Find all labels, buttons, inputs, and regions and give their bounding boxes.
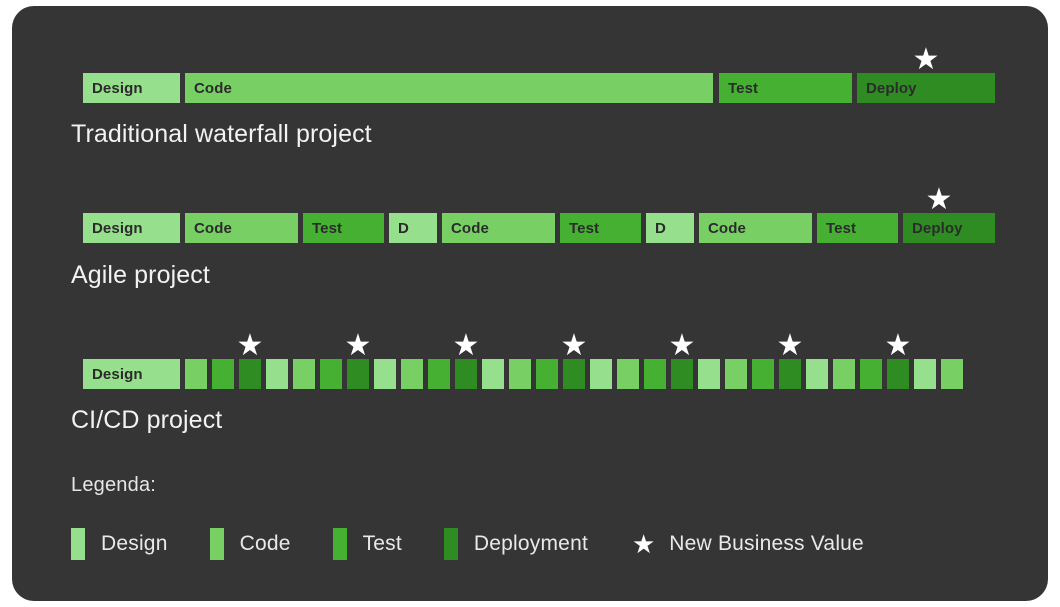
segment-label: Code xyxy=(708,219,746,237)
segment-label: D xyxy=(655,219,666,237)
segment-label: Code xyxy=(194,219,232,237)
agile-segment-test: Test xyxy=(560,213,641,243)
legend-item-deployment: Deployment xyxy=(443,528,588,560)
legend-swatch-design xyxy=(71,528,85,560)
cicd-block-design xyxy=(374,359,396,389)
cicd-block-deployment xyxy=(671,359,693,389)
agile-segment-code: Code xyxy=(699,213,812,243)
cicd-block-design xyxy=(266,359,288,389)
cicd-block-code xyxy=(617,359,639,389)
segment-label: Test xyxy=(312,219,343,237)
waterfall-new-business-value-star-icon: ★ xyxy=(912,43,940,76)
cicd-new-business-value-star-icon: ★ xyxy=(560,329,588,362)
agile-bar-track: Design Code Test D Code Test D Code Test Deploy xyxy=(71,213,995,243)
legend-label-new-business-value: New Business Value xyxy=(669,532,864,555)
row-title-waterfall: Traditional waterfall project xyxy=(71,120,372,148)
agile-segment-code: Code xyxy=(185,213,298,243)
cicd-block-design xyxy=(914,359,936,389)
cicd-block-test xyxy=(536,359,558,389)
waterfall-segment-deploy: Deploy xyxy=(857,73,995,103)
agile-segment-design: Design xyxy=(83,213,180,243)
cicd-new-business-value-star-icon: ★ xyxy=(236,329,264,362)
segment-label: Test xyxy=(728,79,759,97)
waterfall-bar-track: Design Code Test Deploy xyxy=(71,73,995,103)
segment-label: Test xyxy=(569,219,600,237)
diagram-canvas: Design Code Test Deploy ★ Traditional water… xyxy=(0,0,1060,607)
legend-label-code: Code xyxy=(239,532,291,555)
row-title-cicd: CI/CD project xyxy=(71,406,223,434)
cicd-block-test xyxy=(428,359,450,389)
segment-label: D xyxy=(398,219,409,237)
cicd-segment-design: Design xyxy=(83,359,180,389)
waterfall-segment-design: Design xyxy=(83,73,180,103)
cicd-block-design xyxy=(806,359,828,389)
segment-label: Deploy xyxy=(912,219,963,237)
agile-segment-deploy: Deploy xyxy=(903,213,995,243)
legend-label-design: Design xyxy=(101,532,168,555)
legend-swatch-test xyxy=(332,528,347,560)
cicd-block-test xyxy=(320,359,342,389)
cicd-block-code xyxy=(509,359,531,389)
row-title-agile: Agile project xyxy=(71,261,210,289)
cicd-block-deployment xyxy=(887,359,909,389)
segment-label: Code xyxy=(194,79,232,97)
cicd-block-code xyxy=(401,359,423,389)
legend-label-test: Test xyxy=(362,532,402,555)
cicd-block-deployment xyxy=(455,359,477,389)
cicd-block-deployment xyxy=(563,359,585,389)
cicd-block-test xyxy=(212,359,234,389)
segment-label: Design xyxy=(92,79,143,97)
cicd-block-test xyxy=(752,359,774,389)
cicd-new-business-value-star-icon: ★ xyxy=(668,329,696,362)
cicd-block-code xyxy=(185,359,207,389)
cicd-block-deployment xyxy=(347,359,369,389)
agile-segment-test: Test xyxy=(817,213,898,243)
legend-swatch-deployment xyxy=(443,528,458,560)
agile-segment-test: Test xyxy=(303,213,384,243)
cicd-block-code xyxy=(941,359,963,389)
legend-star-icon: ★ xyxy=(631,529,656,559)
legend-item-test: Test xyxy=(332,528,402,560)
legend-title: Legenda: xyxy=(71,474,157,496)
waterfall-segment-code: Code xyxy=(185,73,713,103)
cicd-block-code xyxy=(293,359,315,389)
legend-label-deployment: Deployment xyxy=(473,532,588,555)
cicd-block-test xyxy=(860,359,882,389)
legend-item-code: Code xyxy=(209,528,291,560)
legend-item-design: Design xyxy=(71,528,168,560)
cicd-block-code xyxy=(725,359,747,389)
cicd-new-business-value-star-icon: ★ xyxy=(344,329,372,362)
cicd-block-deployment xyxy=(779,359,801,389)
cicd-new-business-value-star-icon: ★ xyxy=(884,329,912,362)
segment-label: Test xyxy=(826,219,857,237)
cicd-block-deployment xyxy=(239,359,261,389)
cicd-block-design xyxy=(482,359,504,389)
cicd-new-business-value-star-icon: ★ xyxy=(776,329,804,362)
cicd-bar-track: Design xyxy=(71,359,983,389)
cicd-block-design xyxy=(698,359,720,389)
waterfall-segment-test: Test xyxy=(719,73,852,103)
cicd-block-code xyxy=(833,359,855,389)
agile-segment-d: D xyxy=(646,213,694,243)
cicd-block-test xyxy=(644,359,666,389)
segment-label: Deploy xyxy=(866,79,917,97)
legend: Design Code Test Deployment ★ New Business Va… xyxy=(71,521,864,567)
agile-segment-d: D xyxy=(389,213,437,243)
segment-label: Code xyxy=(451,219,489,237)
segment-label: Design xyxy=(92,365,143,383)
legend-item-new-business-value: ★ New Business Value xyxy=(630,531,864,557)
legend-swatch-code xyxy=(209,528,224,560)
agile-segment-code: Code xyxy=(442,213,555,243)
segment-label: Design xyxy=(92,219,143,237)
cicd-new-business-value-star-icon: ★ xyxy=(452,329,480,362)
cicd-block-design xyxy=(590,359,612,389)
diagram-card: Design Code Test Deploy ★ Traditional water… xyxy=(12,6,1048,601)
agile-new-business-value-star-icon: ★ xyxy=(925,183,953,216)
